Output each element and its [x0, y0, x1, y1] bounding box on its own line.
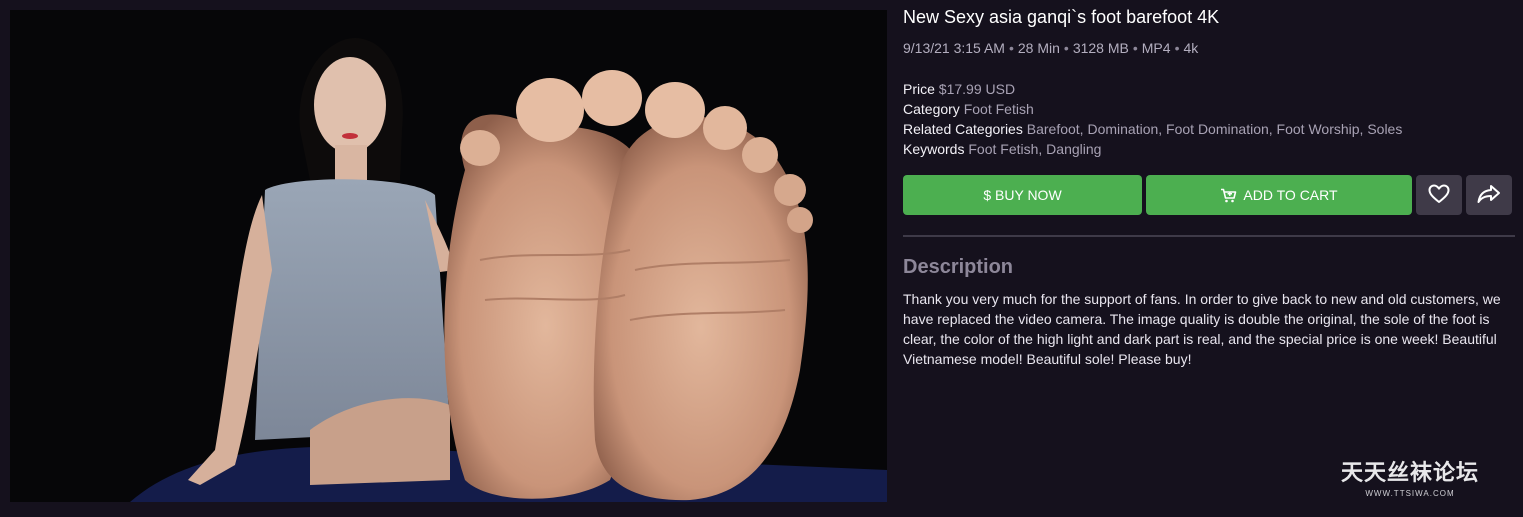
price-label: Price [903, 81, 935, 97]
watermark-url: WWW.TTSIWA.COM [1365, 489, 1455, 498]
keywords-links[interactable]: Foot Fetish, Dangling [968, 141, 1101, 157]
meta-separator: • [1132, 40, 1138, 56]
share-icon [1477, 184, 1501, 207]
category-row: Category Foot Fetish [903, 99, 1402, 119]
share-button[interactable] [1466, 175, 1512, 215]
cart-icon [1220, 188, 1237, 203]
heart-icon [1428, 184, 1450, 207]
keywords-label: Keywords [903, 141, 965, 157]
add-to-cart-label: ADD TO CART [1243, 187, 1338, 203]
product-meta: 9/13/21 3:15 AM • 28 Min • 3128 MB • MP4 • 4k [903, 40, 1198, 56]
keywords-row: Keywords Foot Fetish, Dangling [903, 139, 1402, 159]
meta-size: 3128 MB [1072, 40, 1129, 56]
description-heading: Description [903, 256, 1014, 278]
related-categories-row: Related Categories Barefoot, Domination,… [903, 119, 1402, 139]
meta-separator: • [1174, 40, 1180, 56]
meta-separator: • [1063, 40, 1069, 56]
product-preview-image[interactable] [10, 10, 887, 502]
buy-now-label: $ BUY NOW [983, 187, 1062, 203]
category-link[interactable]: Foot Fetish [964, 101, 1034, 117]
favorite-button[interactable] [1416, 175, 1462, 215]
price-row: Price $17.99 USD [903, 79, 1402, 99]
meta-date: 9/13/21 3:15 AM [903, 40, 1005, 56]
meta-duration: 28 Min [1017, 40, 1060, 56]
related-categories-links[interactable]: Barefoot, Domination, Foot Domination, F… [1027, 121, 1403, 137]
product-details: Price $17.99 USD Category Foot Fetish Re… [903, 79, 1402, 159]
preview-photo [10, 10, 887, 502]
meta-format: MP4 [1141, 40, 1171, 56]
meta-separator: • [1008, 40, 1014, 56]
add-to-cart-button[interactable]: ADD TO CART [1146, 175, 1412, 215]
category-label: Category [903, 101, 960, 117]
related-categories-label: Related Categories [903, 121, 1023, 137]
watermark-logo: 天天丝袜论坛 WWW.TTSIWA.COM [1330, 455, 1490, 498]
buy-now-button[interactable]: $ BUY NOW [903, 175, 1142, 215]
meta-resolution: 4k [1183, 40, 1199, 56]
description-text: Thank you very much for the support of f… [903, 291, 1501, 367]
section-divider [903, 235, 1515, 237]
watermark-chinese-text: 天天丝袜论坛 [1340, 460, 1479, 486]
product-title: New Sexy asia ganqi`s foot barefoot 4K [903, 7, 1220, 27]
price-value: $17.99 USD [938, 81, 1016, 97]
